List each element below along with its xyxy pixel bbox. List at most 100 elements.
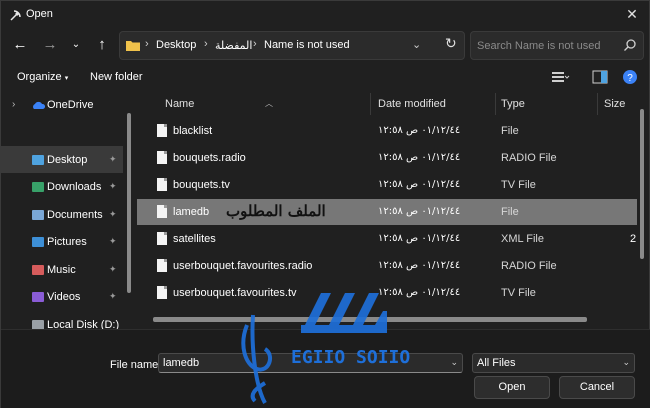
onedrive-icon: [33, 101, 45, 109]
caret-down-icon: ▾: [64, 75, 69, 82]
music-icon: [32, 264, 44, 275]
file-row[interactable]: lamedb ٠١/١٢/٤٤ ص ١٢:٥٨ File الملف المطلوب: [137, 199, 637, 225]
file-icon: [157, 259, 167, 272]
open-button[interactable]: Open: [474, 376, 550, 399]
command-bar: Organize ▾ New folder ?: [1, 63, 650, 91]
file-name-cell: userbouquet.favourites.tv: [173, 287, 297, 299]
file-icon: [157, 124, 167, 137]
file-type-cell: TV File: [501, 287, 536, 299]
column-divider[interactable]: [495, 93, 496, 115]
file-row[interactable]: bouquets.tv ٠١/١٢/٤٤ ص ١٢:٥٨ TV File: [137, 172, 637, 198]
column-header-size[interactable]: Size: [604, 98, 625, 110]
date-modified-cell: ٠١/١٢/٤٤ ص ١٢:٥٨: [378, 125, 461, 136]
pin-icon: ✦: [109, 209, 117, 220]
chevron-right-icon[interactable]: ›: [12, 99, 15, 110]
sidebar-label: Desktop: [47, 153, 88, 166]
cancel-button[interactable]: Cancel: [559, 376, 635, 399]
chevron-down-icon: ⌄: [71, 39, 81, 50]
view-options-icon[interactable]: [550, 68, 570, 86]
title-bar: Open ✕: [1, 1, 650, 29]
sidebar-item-desktop[interactable]: Desktop ✦: [1, 146, 123, 173]
new-folder-button[interactable]: New folder: [90, 71, 143, 83]
breadcrumb-desktop[interactable]: Desktop: [156, 39, 196, 51]
file-name-cell: blacklist: [173, 125, 213, 137]
column-header-type[interactable]: Type: [501, 98, 525, 110]
navigation-pane: › OneDrive Desktop ✦ Downloads ✦ Documents ✦ P…: [1, 91, 136, 329]
address-dropdown-icon[interactable]: ⌄: [412, 38, 421, 51]
preview-pane-icon[interactable]: [590, 68, 610, 86]
date-modified-cell: ٠١/١٢/٤٤ ص ١٢:٥٨: [378, 152, 461, 163]
file-list-scroll-thumb[interactable]: [640, 109, 644, 259]
sidebar-item-downloads[interactable]: Downloads ✦: [1, 173, 123, 200]
date-modified-cell: ٠١/١٢/٤٤ ص ١٢:٥٨: [378, 206, 461, 217]
horizontal-scroll-thumb[interactable]: [153, 317, 587, 322]
videos-icon: [32, 291, 44, 302]
pictures-icon: [32, 236, 44, 247]
chevron-down-icon[interactable]: ⌄: [450, 357, 458, 368]
file-row[interactable]: bouquets.radio ٠١/١٢/٤٤ ص ١٢:٥٨ RADIO File: [137, 145, 637, 171]
file-icon: [157, 286, 167, 299]
file-name-value: lamedb: [163, 357, 200, 369]
recent-locations-button[interactable]: ⌄: [65, 34, 87, 56]
date-modified-cell: ٠١/١٢/٤٤ ص ١٢:٥٨: [378, 260, 461, 271]
file-name-cell: bouquets.tv: [173, 179, 230, 191]
sidebar-item-onedrive[interactable]: › OneDrive: [1, 91, 123, 118]
annotation-label: الملف المطلوب: [226, 202, 326, 220]
help-icon[interactable]: ?: [620, 68, 640, 86]
documents-icon: [32, 209, 44, 220]
column-divider[interactable]: [370, 93, 371, 115]
svg-text:?: ?: [627, 73, 633, 84]
sidebar-label: Local Disk (D:): [47, 318, 120, 330]
organize-button[interactable]: Organize ▾: [17, 71, 68, 83]
sidebar-item-local-disk-d[interactable]: Local Disk (D:): [1, 311, 123, 329]
file-type-filter[interactable]: All Files ⌄: [472, 353, 635, 373]
file-name-input[interactable]: lamedb ⌄: [158, 353, 463, 373]
file-row[interactable]: blacklist ٠١/١٢/٤٤ ص ١٢:٥٨ File: [137, 118, 637, 144]
file-list-scrollbar[interactable]: [637, 91, 647, 321]
file-icon: [157, 232, 167, 245]
arrow-left-icon: ←: [12, 36, 28, 53]
sort-ascending-icon: ︿: [265, 99, 273, 108]
column-header-name[interactable]: Name: [165, 98, 194, 110]
search-placeholder: Search Name is not used: [477, 40, 601, 52]
file-type-value: All Files: [477, 357, 516, 369]
date-modified-cell: ٠١/١٢/٤٤ ص ١٢:٥٨: [378, 233, 461, 244]
up-button[interactable]: ↑: [91, 34, 113, 56]
sidebar-item-documents[interactable]: Documents ✦: [1, 201, 123, 228]
close-button[interactable]: ✕: [621, 4, 643, 24]
address-bar[interactable]: › Desktop › المفضلة › Name is not used ⌄: [119, 31, 465, 60]
file-name-cell: userbouquet.favourites.radio: [173, 260, 313, 272]
back-button[interactable]: ←: [9, 34, 31, 56]
file-type-cell: RADIO File: [501, 260, 557, 272]
refresh-icon[interactable]: ↻: [445, 35, 457, 52]
column-header-date[interactable]: Date modified: [378, 98, 446, 110]
file-type-cell: File: [501, 125, 519, 137]
sidebar-label: Videos: [47, 290, 81, 303]
file-row[interactable]: userbouquet.favourites.tv ٠١/١٢/٤٤ ص ١٢:٥…: [137, 280, 637, 306]
file-icon: [157, 178, 167, 191]
breadcrumb-current-folder[interactable]: Name is not used: [264, 39, 350, 51]
sidebar-scroll-thumb[interactable]: [127, 113, 131, 293]
date-modified-cell: ٠١/١٢/٤٤ ص ١٢:٥٨: [378, 179, 461, 190]
pin-icon: ✦: [109, 236, 117, 247]
arrow-right-icon: →: [42, 36, 58, 53]
sidebar-item-music[interactable]: Music ✦: [1, 256, 123, 283]
sidebar-item-videos[interactable]: Videos ✦: [1, 283, 123, 310]
sidebar-scrollbar[interactable]: [124, 113, 134, 321]
file-icon: [157, 151, 167, 164]
file-name-cell: lamedb: [173, 206, 210, 218]
file-row[interactable]: satellites ٠١/١٢/٤٤ ص ١٢:٥٨ XML File 2: [137, 226, 637, 252]
file-name-cell: satellites: [173, 233, 216, 245]
forward-button[interactable]: →: [39, 34, 61, 56]
sidebar-item-pictures[interactable]: Pictures ✦: [1, 228, 123, 255]
pin-icon: ✦: [109, 181, 117, 192]
column-divider[interactable]: [597, 93, 598, 115]
organize-label: Organize: [17, 71, 62, 83]
satellite-app-icon: [10, 10, 21, 21]
search-input[interactable]: Search Name is not used: [470, 31, 644, 60]
file-icon: [157, 205, 167, 218]
breadcrumb-favorites[interactable]: المفضلة: [215, 39, 252, 52]
file-row[interactable]: userbouquet.favourites.radio ٠١/١٢/٤٤ ص ١…: [137, 253, 637, 279]
search-icon: [624, 39, 636, 51]
breadcrumb-chevron-icon: ›: [253, 38, 257, 50]
